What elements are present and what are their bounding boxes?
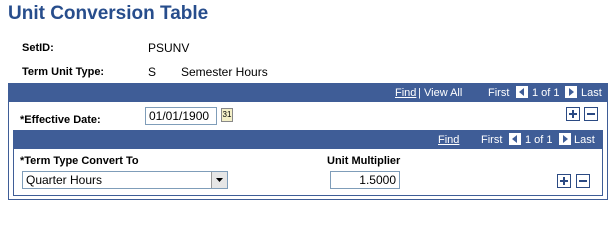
effective-date-grid-navbar: Find | View All First 1 of 1 Last <box>9 84 607 102</box>
inner-delete-row-button[interactable] <box>576 174 590 188</box>
outer-find-link[interactable]: Find <box>395 87 416 99</box>
inner-first-link[interactable]: First <box>481 134 502 146</box>
col-unit-multiplier: Unit Multiplier <box>327 155 401 167</box>
inner-find-link[interactable]: Find <box>438 134 459 146</box>
outer-next-arrow-icon[interactable] <box>565 86 577 98</box>
term-unit-type-desc: Semester Hours <box>181 65 268 79</box>
term-type-convert-to-select[interactable]: Quarter Hours <box>22 171 228 189</box>
term-unit-type-label: Term Unit Type: <box>22 66 105 78</box>
outer-first-link[interactable]: First <box>488 87 509 99</box>
outer-separator: | <box>418 87 421 99</box>
outer-view-all-link[interactable]: View All <box>424 87 462 99</box>
outer-range-text: 1 of 1 <box>532 87 560 99</box>
inner-prev-arrow-icon[interactable] <box>509 133 521 145</box>
inner-range-text: 1 of 1 <box>525 134 553 146</box>
outer-last-link[interactable]: Last <box>581 87 602 99</box>
setid-label: SetID: <box>22 42 54 54</box>
unit-multiplier-input[interactable]: 1.5000 <box>330 171 400 189</box>
col-term-type-convert-to: *Term Type Convert To <box>20 155 139 167</box>
inner-add-row-button[interactable] <box>557 174 571 188</box>
outer-add-row-button[interactable] <box>566 107 580 121</box>
term-type-convert-to-value: Quarter Hours <box>26 173 103 187</box>
outer-prev-arrow-icon[interactable] <box>516 86 528 98</box>
conversion-grid-navbar: Find First 1 of 1 Last <box>14 131 602 149</box>
effective-date-label: *Effective Date: <box>20 114 101 126</box>
setid-value: PSUNV <box>148 41 190 55</box>
term-unit-type-code: S <box>148 65 157 79</box>
effective-date-input[interactable]: 01/01/1900 <box>145 107 217 125</box>
page-title: Unit Conversion Table <box>8 3 209 24</box>
inner-next-arrow-icon[interactable] <box>559 133 571 145</box>
calendar-icon[interactable]: 31 <box>221 108 233 122</box>
chevron-down-icon[interactable] <box>211 172 227 188</box>
outer-delete-row-button[interactable] <box>584 107 598 121</box>
inner-last-link[interactable]: Last <box>574 134 595 146</box>
